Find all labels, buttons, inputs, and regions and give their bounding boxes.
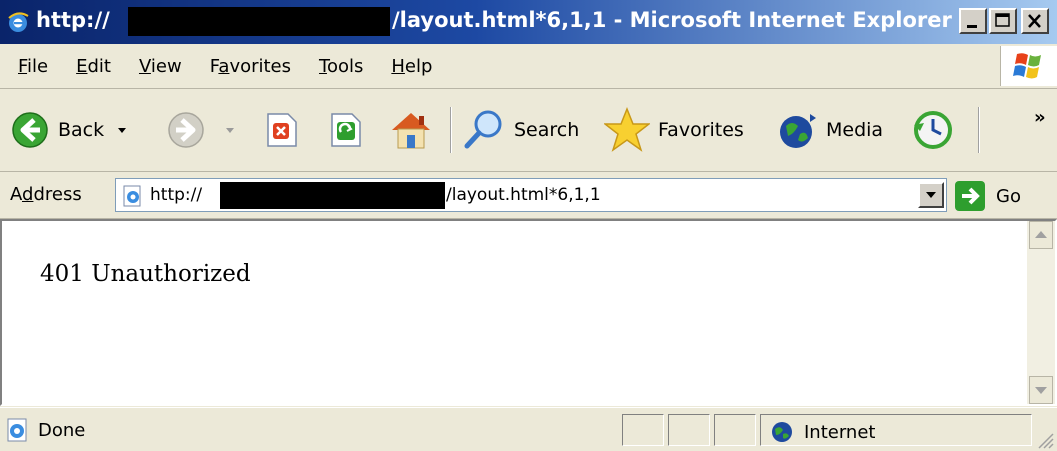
- close-button[interactable]: [1021, 8, 1049, 34]
- refresh-icon: [331, 113, 361, 147]
- redacted-block: [128, 7, 390, 36]
- history-button[interactable]: [910, 89, 956, 171]
- status-pane: [714, 414, 756, 446]
- windows-logo: [1000, 46, 1057, 86]
- page-done-icon: [7, 418, 27, 442]
- toolbar-chevron[interactable]: »: [1034, 107, 1046, 128]
- refresh-button[interactable]: [326, 89, 364, 171]
- vertical-scrollbar[interactable]: [1027, 221, 1055, 404]
- security-zone: Internet: [770, 420, 875, 444]
- forward-button[interactable]: [166, 89, 238, 171]
- back-arrow-icon: [12, 112, 48, 148]
- forward-arrow-icon: [168, 112, 204, 148]
- minimize-button[interactable]: [959, 8, 987, 34]
- minimize-icon: [967, 25, 977, 28]
- close-icon: [1028, 14, 1041, 28]
- redacted-block: [220, 182, 445, 209]
- history-clock-icon: [914, 111, 952, 149]
- standard-toolbar: Back Search Favorites Media »: [0, 89, 1057, 172]
- menu-bar: File Edit View Favorites Tools Help: [0, 44, 1057, 89]
- address-input[interactable]: http:// /layout.html*6,1,1: [115, 178, 947, 212]
- dropdown-arrow-icon[interactable]: [114, 122, 130, 138]
- maximize-button[interactable]: [989, 8, 1017, 34]
- status-pane: [668, 414, 710, 446]
- browser-window: http:// /layout.html*6,1,1 - Microsoft I…: [0, 0, 1057, 451]
- status-pane: [622, 414, 664, 446]
- search-button[interactable]: Search: [462, 89, 579, 171]
- chevron-down-icon: [926, 192, 936, 198]
- home-icon: [392, 113, 430, 149]
- page-icon: [123, 185, 141, 207]
- scroll-down-icon: [1035, 387, 1047, 394]
- menu-help[interactable]: Help: [391, 56, 432, 77]
- page-content: 401 Unauthorized: [0, 219, 1057, 406]
- window-title: /layout.html*6,1,1 - Microsoft Internet …: [392, 8, 952, 32]
- title-bar[interactable]: http:// /layout.html*6,1,1 - Microsoft I…: [0, 0, 1057, 44]
- error-message: 401 Unauthorized: [40, 261, 251, 287]
- scroll-down-button[interactable]: [1029, 376, 1053, 404]
- scroll-up-icon: [1035, 231, 1047, 238]
- internet-globe-icon: [772, 422, 792, 442]
- address-dropdown-button[interactable]: [918, 182, 944, 208]
- menu-view[interactable]: View: [139, 56, 182, 77]
- ie-logo-icon: [8, 12, 29, 32]
- media-globe-icon: [780, 114, 816, 148]
- favorites-star-icon: [604, 107, 650, 152]
- address-label: Address: [10, 184, 82, 205]
- status-text: Done: [38, 420, 86, 441]
- window-title-prefix: http://: [36, 8, 110, 32]
- maximize-icon: [995, 13, 1010, 27]
- resize-grip-icon[interactable]: [1033, 428, 1055, 450]
- windows-flag-icon: [1013, 53, 1041, 79]
- scroll-up-button[interactable]: [1029, 221, 1053, 249]
- status-bar: Done Internet: [0, 407, 1057, 451]
- home-button[interactable]: [388, 89, 434, 171]
- address-bar: Address http:// /layout.html*6,1,1 Go: [0, 172, 1057, 219]
- menu-tools[interactable]: Tools: [319, 56, 363, 77]
- dropdown-arrow-icon[interactable]: [222, 122, 238, 138]
- menu-favorites[interactable]: Favorites: [210, 56, 291, 77]
- stop-button[interactable]: [262, 89, 300, 171]
- address-url: /layout.html*6,1,1: [446, 185, 601, 205]
- favorites-button[interactable]: Favorites: [604, 89, 744, 171]
- menu-edit[interactable]: Edit: [76, 56, 111, 77]
- media-button[interactable]: Media: [776, 89, 883, 171]
- go-arrow-icon: [955, 181, 985, 211]
- window-controls: [959, 8, 1049, 34]
- search-icon: [464, 110, 502, 149]
- menu-file[interactable]: File: [18, 56, 48, 77]
- stop-icon: [267, 113, 297, 147]
- back-button[interactable]: Back: [10, 89, 130, 171]
- go-button[interactable]: Go: [954, 180, 1021, 212]
